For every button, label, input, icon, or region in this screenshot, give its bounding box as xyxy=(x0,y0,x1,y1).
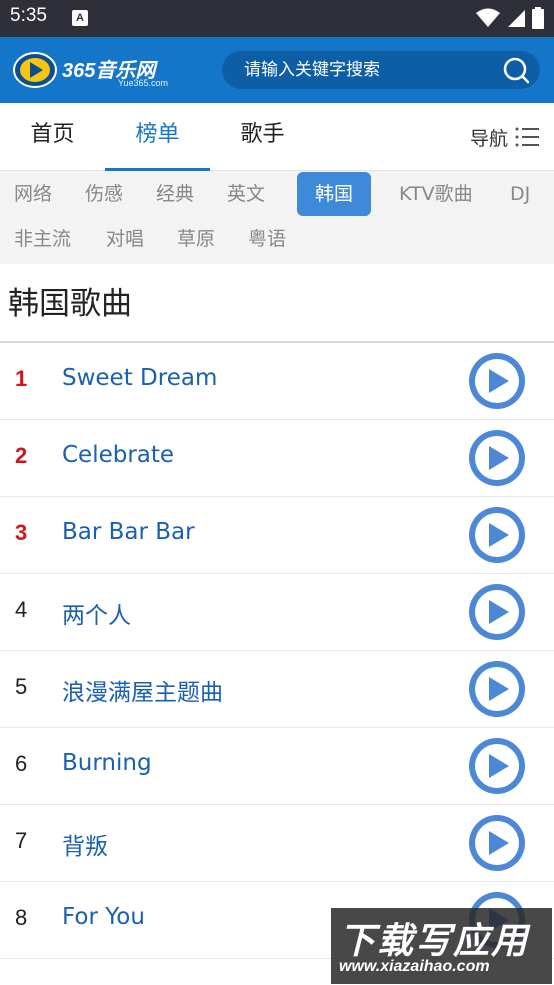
search-icon[interactable] xyxy=(502,56,530,84)
song-title[interactable]: Celebrate xyxy=(62,442,174,468)
song-title[interactable]: 背叛 xyxy=(62,827,108,861)
signal-icon xyxy=(508,10,525,27)
category-alternative[interactable]: 非主流 xyxy=(14,217,71,261)
song-title[interactable]: 浪漫满屋主题曲 xyxy=(62,673,223,707)
song-title[interactable]: Bar Bar Bar xyxy=(62,519,195,545)
notification-icon: A xyxy=(72,10,88,26)
category-english[interactable]: 英文 xyxy=(227,172,265,216)
wifi-icon xyxy=(476,8,500,27)
category-ktv[interactable]: KTV歌曲 xyxy=(399,172,473,216)
status-time: 5:35 xyxy=(10,5,47,26)
song-list: 1 Sweet Dream 2 Celebrate 3 Bar Bar Bar … xyxy=(0,343,554,959)
category-dj[interactable]: DJ xyxy=(510,172,530,216)
play-button[interactable] xyxy=(469,738,525,794)
song-rank: 4 xyxy=(15,597,28,622)
status-bar: 5:35 A xyxy=(0,0,554,37)
search-input[interactable] xyxy=(244,51,484,89)
logo-icon xyxy=(13,52,57,88)
category-classic[interactable]: 经典 xyxy=(156,172,194,216)
play-button[interactable] xyxy=(469,430,525,486)
play-button[interactable] xyxy=(469,815,525,871)
play-button[interactable] xyxy=(469,661,525,717)
menu-icon xyxy=(515,127,539,147)
play-icon xyxy=(489,600,509,624)
watermark-sub: www.xiazaihao.com xyxy=(339,958,490,975)
song-rank: 2 xyxy=(15,443,28,468)
category-grassland[interactable]: 草原 xyxy=(177,217,215,261)
song-rank: 1 xyxy=(15,366,28,391)
song-row[interactable]: 4 两个人 xyxy=(0,574,554,651)
song-row[interactable]: 1 Sweet Dream xyxy=(0,343,554,420)
song-rank: 5 xyxy=(15,674,28,699)
song-rank: 3 xyxy=(15,520,28,545)
search-box xyxy=(222,51,540,89)
tab-singers[interactable]: 歌手 xyxy=(210,103,315,171)
song-row[interactable]: 2 Celebrate xyxy=(0,420,554,497)
category-sad[interactable]: 伤感 xyxy=(85,172,123,216)
category-cantonese[interactable]: 粤语 xyxy=(248,217,286,261)
app-header: 365音乐网 Yue365.com xyxy=(0,37,554,103)
tab-charts[interactable]: 榜单 xyxy=(105,103,210,171)
song-title[interactable]: Sweet Dream xyxy=(62,365,217,391)
play-button[interactable] xyxy=(469,584,525,640)
logo[interactable]: 365音乐网 Yue365.com xyxy=(12,50,182,90)
category-korean[interactable]: 韩国 xyxy=(297,172,371,216)
song-rank: 6 xyxy=(15,751,28,776)
play-icon xyxy=(489,754,509,778)
song-row[interactable]: 3 Bar Bar Bar xyxy=(0,497,554,574)
logo-subtext: Yue365.com xyxy=(118,78,169,88)
play-icon xyxy=(489,831,509,855)
song-title[interactable]: Burning xyxy=(62,750,152,776)
song-title[interactable]: For You xyxy=(62,904,145,930)
play-icon xyxy=(489,677,509,701)
play-icon xyxy=(489,369,509,393)
main-tabs: 首页 榜单 歌手 导航 xyxy=(0,103,554,171)
nav-label: 导航 xyxy=(469,127,508,150)
song-rank: 7 xyxy=(15,828,28,853)
song-row[interactable]: 6 Burning xyxy=(0,728,554,805)
tab-home[interactable]: 首页 xyxy=(0,103,105,171)
watermark-main: 下载写应用 xyxy=(339,921,530,962)
song-rank: 8 xyxy=(15,905,28,930)
play-icon xyxy=(489,523,509,547)
battery-icon xyxy=(532,7,544,29)
section-title: 韩国歌曲 xyxy=(8,286,132,322)
category-duet[interactable]: 对唱 xyxy=(106,217,144,261)
category-network[interactable]: 网络 xyxy=(14,172,52,216)
song-title[interactable]: 两个人 xyxy=(62,596,131,630)
song-row[interactable]: 5 浪漫满屋主题曲 xyxy=(0,651,554,728)
watermark: 下载写应用 www.xiazaihao.com xyxy=(331,908,552,984)
status-icons xyxy=(476,7,544,29)
nav-button[interactable]: 导航 xyxy=(470,121,540,153)
category-bar: 网络 伤感 经典 英文 韩国 KTV歌曲 DJ 非主流 对唱 草原 粤语 xyxy=(0,171,554,264)
song-row[interactable]: 7 背叛 xyxy=(0,805,554,882)
play-icon xyxy=(489,446,509,470)
play-button[interactable] xyxy=(469,507,525,563)
play-button[interactable] xyxy=(469,353,525,409)
